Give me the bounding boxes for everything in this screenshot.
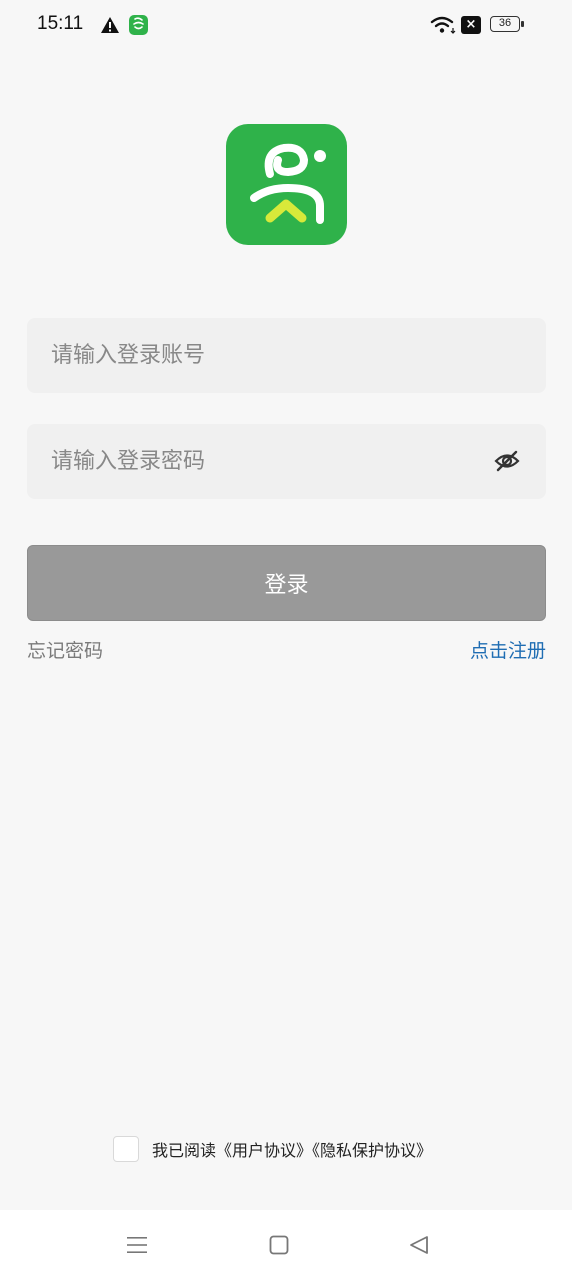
app-logo-mark [250,143,326,224]
navigation-bar [0,1210,572,1280]
agreement-row: 我已阅读《用户协议》《隐私保护协议》 [113,1135,432,1163]
warning-icon [101,17,119,33]
register-link[interactable]: 点击注册 [470,636,546,663]
home-icon[interactable] [269,1235,289,1255]
agreement-text[interactable]: 我已阅读《用户协议》《隐私保护协议》 [152,1137,432,1161]
password-field [27,424,546,499]
menu-icon[interactable] [126,1235,148,1255]
password-input[interactable] [27,424,546,499]
no-sim-icon: × [461,16,481,34]
wifi-icon [430,16,456,34]
eye-off-icon[interactable] [494,449,520,473]
battery-level: 36 [490,16,520,32]
forgot-password-link[interactable]: 忘记密码 [27,636,103,663]
account-input[interactable] [27,318,546,393]
app-logo [226,124,347,245]
status-bar: 15:11 × 36 [0,0,572,52]
app-notification-icon [129,15,148,35]
battery-cap [521,21,524,27]
status-time: 15:11 [37,13,84,34]
battery-icon: 36 [490,16,524,34]
agreement-checkbox[interactable] [113,1136,139,1162]
login-button[interactable]: 登录 [27,545,546,621]
back-icon[interactable] [408,1234,430,1256]
